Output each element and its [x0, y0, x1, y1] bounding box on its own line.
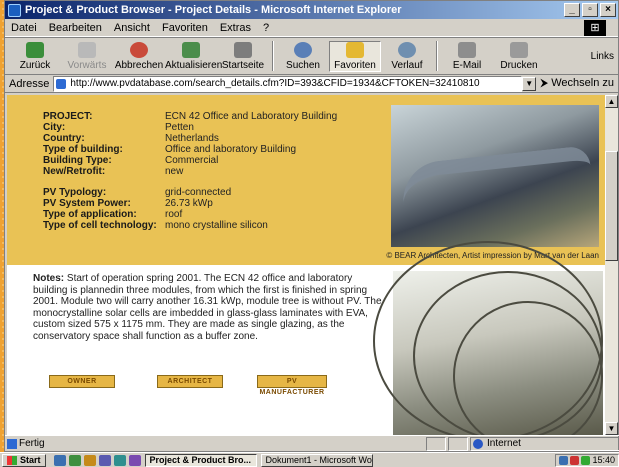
vertical-scrollbar[interactable]: ▲ ▼	[605, 95, 618, 435]
status-bar: Fertig Internet	[5, 435, 619, 451]
pv-row: Type of application: roof	[43, 209, 183, 220]
taskbar: Start Project & Product Bro... Dokument1…	[0, 452, 619, 467]
quicklaunch-desktop-icon[interactable]	[53, 454, 66, 466]
menu-ansicht[interactable]: Ansicht	[114, 22, 150, 34]
system-tray: 15:40	[555, 453, 619, 467]
stop-button[interactable]: Abbrechen	[113, 41, 165, 71]
menu-bearbeiten[interactable]: Bearbeiten	[49, 22, 102, 34]
address-bar: Adresse http://www.pvdatabase.com/search…	[5, 75, 618, 93]
status-cell	[448, 436, 468, 451]
tray-icon[interactable]	[581, 455, 591, 465]
scroll-down-button[interactable]: ▼	[605, 422, 618, 435]
go-button[interactable]: ⮞ Wechseln zu	[540, 77, 614, 90]
toolbar: Zurück Vorwärts Abbrechen Aktualisieren …	[5, 37, 618, 75]
browser-window: Project & Product Browser - Project Deta…	[4, 0, 619, 452]
links-label[interactable]: Links	[591, 51, 614, 62]
tray-icon[interactable]	[559, 455, 569, 465]
address-url: http://www.pvdatabase.com/search_details…	[70, 77, 480, 89]
print-button[interactable]: Drucken	[493, 41, 545, 71]
info-row: Country: Netherlands	[43, 133, 219, 144]
maximize-button[interactable]: ▫	[582, 3, 598, 17]
forward-arrow-icon	[78, 41, 96, 58]
refresh-button[interactable]: Aktualisieren	[165, 41, 222, 71]
info-row: PROJECT: ECN 42 Office and Laboratory Bui…	[43, 111, 338, 122]
start-button[interactable]: Start	[2, 453, 46, 467]
favorites-button[interactable]: Favoriten	[329, 40, 381, 72]
tray-icon[interactable]	[570, 455, 580, 465]
quicklaunch-app-icon[interactable]	[128, 454, 141, 466]
page-content: PROJECT: ECN 42 Office and Laboratory Bui…	[7, 95, 605, 435]
status-text: Fertig	[5, 438, 424, 449]
pv-row: PV System Power: 26.73 kWp	[43, 198, 213, 209]
task-word[interactable]: Dokument1 - Microsoft Word	[260, 453, 373, 467]
menu-bar: Datei Bearbeiten Ansicht Favoriten Extra…	[5, 19, 618, 37]
menu-extras[interactable]: Extras	[220, 22, 251, 34]
history-button[interactable]: Verlauf	[381, 41, 433, 71]
favorites-icon	[346, 41, 364, 58]
windows-logo-icon: ⊞	[584, 19, 606, 36]
back-arrow-icon	[26, 41, 44, 58]
history-icon	[398, 41, 416, 58]
address-label: Adresse	[9, 77, 50, 90]
status-cell	[426, 436, 446, 451]
window-title: Project & Product Browser - Project Deta…	[25, 4, 402, 16]
info-row: Type of building: Office and laboratory B…	[43, 144, 297, 155]
toolbar-separator	[272, 41, 274, 71]
quicklaunch-app-icon[interactable]	[83, 454, 96, 466]
info-row: Building Type: Commercial	[43, 155, 219, 166]
windows-flag-icon	[7, 455, 17, 465]
conservatory-photo-image	[373, 241, 603, 435]
notes-label: Notes:	[33, 273, 65, 284]
stop-icon	[130, 41, 148, 58]
owner-button[interactable]: OWNER	[49, 375, 115, 388]
info-row: City: Petten	[43, 122, 194, 133]
print-icon	[510, 41, 528, 58]
mail-icon	[458, 41, 476, 58]
forward-button[interactable]: Vorwärts	[61, 41, 113, 71]
quicklaunch-app-icon[interactable]	[113, 454, 126, 466]
minimize-button[interactable]: _	[564, 3, 580, 17]
search-icon	[294, 41, 312, 58]
project-info: PROJECT: ECN 42 Office and Laboratory Bui…	[43, 111, 337, 231]
title-bar[interactable]: Project & Product Browser - Project Deta…	[5, 1, 618, 19]
quicklaunch-browser-icon[interactable]	[68, 454, 81, 466]
scroll-thumb[interactable]	[605, 151, 618, 261]
menu-favoriten[interactable]: Favoriten	[162, 22, 208, 34]
notes-text: Start of operation spring 2001. The ECN …	[33, 273, 382, 342]
project-notes: Notes: Start of operation spring 2001. T…	[33, 273, 383, 342]
refresh-icon	[182, 41, 200, 58]
menu-help[interactable]: ?	[263, 22, 269, 34]
address-dropdown-button[interactable]: ▼	[522, 76, 537, 91]
pv-row: PV Typology: grid-connected	[43, 187, 232, 198]
ie-icon	[8, 3, 21, 17]
clock: 15:40	[592, 455, 615, 465]
task-browser[interactable]: Project & Product Bro...	[144, 453, 257, 467]
scroll-up-button[interactable]: ▲	[605, 95, 618, 108]
pv-row: Type of cell technology: mono crystalline…	[43, 220, 268, 231]
search-button[interactable]: Suchen	[277, 41, 329, 71]
info-row: New/Retrofit: new	[43, 166, 184, 177]
menu-datei[interactable]: Datei	[11, 22, 37, 34]
architect-button[interactable]: ARCHITECT	[157, 375, 223, 388]
close-button[interactable]: ×	[600, 3, 616, 17]
home-icon	[234, 41, 252, 58]
home-button[interactable]: Startseite	[217, 41, 269, 71]
mail-button[interactable]: E-Mail	[441, 41, 493, 71]
pv-manufacturer-button[interactable]: PV MANUFACTURER	[257, 375, 327, 396]
address-input[interactable]: http://www.pvdatabase.com/search_details…	[53, 75, 523, 92]
back-button[interactable]: Zurück	[9, 41, 61, 71]
building-rendering-image	[391, 105, 599, 247]
page-icon	[56, 78, 67, 89]
quicklaunch-app-icon[interactable]	[98, 454, 111, 466]
security-zone: Internet	[470, 436, 619, 451]
toolbar-separator	[436, 41, 438, 71]
